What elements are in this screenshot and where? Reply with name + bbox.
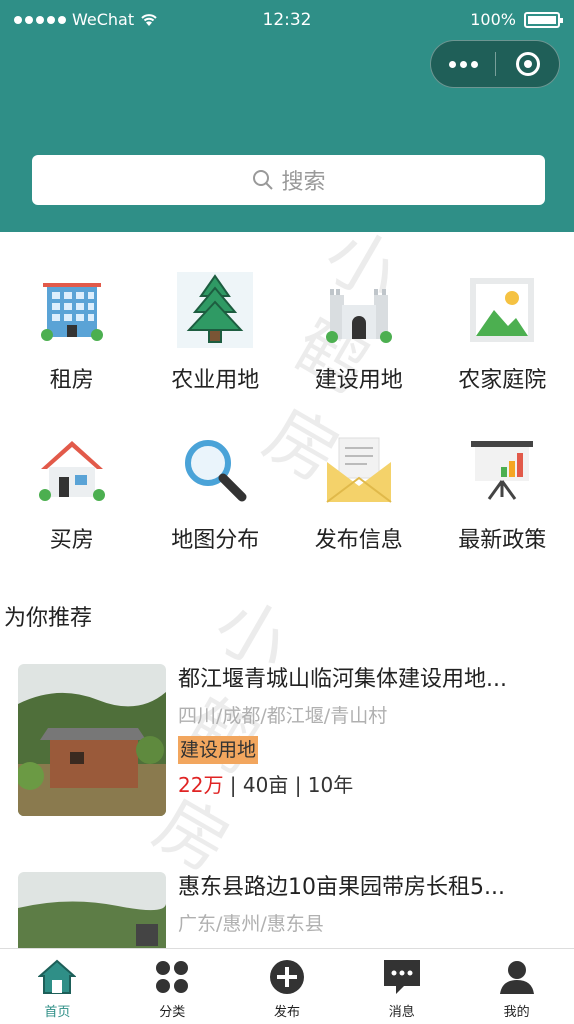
category-policy[interactable]: 最新政策 bbox=[431, 430, 574, 590]
plus-circle-icon bbox=[267, 957, 307, 997]
listing-info: 都江堰青城山临河集体建设用地... 四川/成都/都江堰/青山村 建设用地 22万… bbox=[178, 664, 563, 800]
category-rent[interactable]: 租房 bbox=[0, 270, 144, 430]
search-input[interactable]: 搜索 bbox=[32, 155, 545, 205]
category-label: 租房 bbox=[49, 368, 94, 393]
category-label: 建设用地 bbox=[314, 368, 403, 393]
bottom-tab-bar: 首页 分类 发布 消息 我的 bbox=[0, 948, 574, 1024]
listing-card[interactable]: 都江堰青城山临河集体建设用地... 四川/成都/都江堰/青山村 建设用地 22万… bbox=[18, 664, 563, 824]
category-grid: 租房 农业用地 建设用地 农家庭院 买房 地图分布 发布信息 最新政策 bbox=[0, 270, 574, 590]
category-label: 农家庭院 bbox=[458, 368, 547, 393]
search-placeholder: 搜索 bbox=[281, 170, 326, 195]
more-menu-button[interactable] bbox=[431, 41, 495, 87]
category-map[interactable]: 地图分布 bbox=[144, 430, 288, 590]
listing-photo bbox=[18, 664, 166, 816]
listing-title: 惠东县路边10亩果园带房长租5... bbox=[178, 875, 505, 900]
grid-dots-icon bbox=[152, 957, 192, 997]
category-label: 发布信息 bbox=[314, 528, 403, 553]
listing-price: 22万 bbox=[178, 773, 224, 797]
pine-tree-icon bbox=[175, 270, 255, 350]
target-icon bbox=[515, 52, 540, 76]
tab-label: 发布 bbox=[273, 1005, 300, 1020]
search-icon bbox=[253, 170, 274, 190]
category-row: 买房 地图分布 发布信息 最新政策 bbox=[0, 430, 574, 590]
castle-icon bbox=[319, 270, 399, 350]
tab-label: 首页 bbox=[44, 1005, 71, 1020]
battery-icon bbox=[524, 11, 563, 28]
home-icon bbox=[37, 957, 77, 997]
chat-bubble-icon bbox=[382, 957, 422, 997]
presentation-board-icon bbox=[462, 430, 542, 510]
magnifier-icon bbox=[175, 430, 255, 510]
building-icon bbox=[32, 270, 112, 350]
category-construction-land[interactable]: 建设用地 bbox=[287, 270, 431, 430]
category-label: 地图分布 bbox=[171, 528, 260, 553]
tab-profile[interactable]: 我的 bbox=[459, 949, 574, 1024]
listing-tag: 建设用地 bbox=[178, 736, 259, 764]
listing-location: 四川/成都/都江堰/青山村 bbox=[178, 705, 388, 727]
tab-label: 分类 bbox=[159, 1005, 186, 1020]
envelope-icon bbox=[319, 430, 399, 510]
tab-publish[interactable]: 发布 bbox=[230, 949, 345, 1024]
recommend-section-title: 为你推荐 bbox=[4, 606, 93, 631]
miniprogram-capsule bbox=[430, 40, 560, 88]
category-label: 最新政策 bbox=[458, 528, 547, 553]
listing-meta: 22万 | 40亩 | 10年 bbox=[178, 770, 563, 800]
category-farmhouse-yard[interactable]: 农家庭院 bbox=[431, 270, 574, 430]
tab-label: 消息 bbox=[388, 1005, 415, 1020]
category-label: 买房 bbox=[49, 528, 94, 553]
battery-percent: 100% bbox=[470, 10, 516, 29]
status-right: 100% bbox=[470, 10, 563, 29]
house-icon bbox=[32, 430, 112, 510]
listing-location: 广东/惠州/惠东县 bbox=[178, 913, 324, 935]
tab-label: 我的 bbox=[503, 1005, 530, 1020]
tab-home[interactable]: 首页 bbox=[0, 949, 115, 1024]
category-farmland[interactable]: 农业用地 bbox=[144, 270, 288, 430]
status-bar: WeChat 12:32 100% bbox=[0, 0, 574, 40]
user-icon bbox=[497, 957, 537, 997]
category-label: 农业用地 bbox=[171, 368, 260, 393]
tab-messages[interactable]: 消息 bbox=[344, 949, 459, 1024]
category-publish[interactable]: 发布信息 bbox=[287, 430, 431, 590]
listing-title: 都江堰青城山临河集体建设用地... bbox=[178, 667, 507, 692]
listing-area-term: | 40亩 | 10年 bbox=[223, 773, 354, 797]
category-row: 租房 农业用地 建设用地 农家庭院 bbox=[0, 270, 574, 430]
listing-info: 惠东县路边10亩果园带房长租5... 广东/惠州/惠东县 bbox=[178, 872, 563, 938]
category-buy-house[interactable]: 买房 bbox=[0, 430, 144, 590]
landscape-picture-icon bbox=[462, 270, 542, 350]
close-miniprogram-button[interactable] bbox=[496, 41, 559, 87]
tab-categories[interactable]: 分类 bbox=[115, 949, 230, 1024]
header-bar: WeChat 12:32 100% 搜索 bbox=[0, 0, 574, 232]
